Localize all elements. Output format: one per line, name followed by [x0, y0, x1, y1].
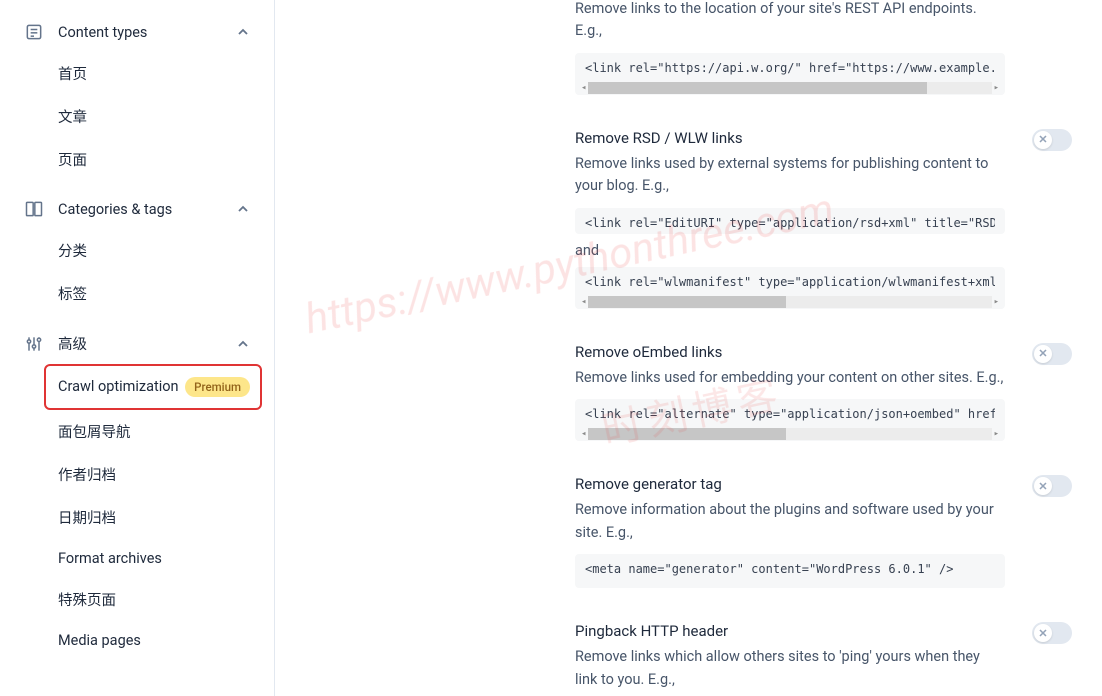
chevron-up-icon — [236, 25, 250, 39]
toggle-pingback[interactable]: ✕ — [1032, 622, 1072, 644]
nav-section-content-types[interactable]: Content types — [12, 12, 262, 52]
nav-item-label: Crawl optimization — [58, 377, 179, 397]
setting-desc: Remove links used for embedding your con… — [575, 367, 1005, 389]
nav-item-posts[interactable]: 文章 — [12, 95, 262, 138]
setting-desc: Remove information about the plugins and… — [575, 499, 1005, 544]
main-content: Remove links to the location of your sit… — [275, 0, 1102, 696]
close-icon: ✕ — [1038, 134, 1047, 145]
setting-desc: Remove links used by external systems fo… — [575, 153, 1005, 198]
nav-item-tag[interactable]: 标签 — [12, 272, 262, 315]
nav-item-label: Media pages — [58, 632, 141, 649]
nav-item-home[interactable]: 首页 — [12, 52, 262, 95]
nav-item-label: 页面 — [58, 149, 87, 170]
nav-item-crawl-optimization[interactable]: Crawl optimization Premium — [44, 364, 262, 410]
nav-section-categories[interactable]: Categories & tags — [12, 189, 262, 229]
close-icon: ✕ — [1038, 628, 1047, 639]
setting-desc: Remove links which allow others sites to… — [575, 646, 1005, 691]
sliders-icon — [24, 334, 44, 354]
setting-desc: Remove links to the location of your sit… — [575, 0, 1005, 43]
nav-item-breadcrumbs[interactable]: 面包屑导航 — [12, 410, 262, 453]
nav-item-format-archives[interactable]: Format archives — [12, 539, 262, 578]
nav-section-label: 高级 — [58, 333, 222, 354]
nav-item-label: 分类 — [58, 240, 87, 261]
sidebar: Content types 首页 文章 页面 Categories & tags… — [0, 0, 275, 696]
setting-rest-api-links: Remove links to the location of your sit… — [575, 0, 1072, 95]
nav-item-label: 文章 — [58, 106, 87, 127]
toggle-oembed[interactable]: ✕ — [1032, 343, 1072, 365]
setting-rsd-wlw: Remove RSD / WLW links ✕ Remove links us… — [575, 129, 1072, 309]
setting-title: Pingback HTTP header — [575, 622, 728, 640]
setting-title: Remove RSD / WLW links — [575, 129, 743, 147]
setting-title: Remove oEmbed links — [575, 343, 722, 361]
nav-item-pages[interactable]: 页面 — [12, 138, 262, 181]
separator-and: and — [575, 242, 1072, 259]
nav-item-label: Format archives — [58, 550, 162, 567]
nav-section-advanced[interactable]: 高级 — [12, 323, 262, 364]
content-type-icon — [24, 22, 44, 42]
nav-item-date-archives[interactable]: 日期归档 — [12, 496, 262, 539]
nav-item-label: 日期归档 — [58, 507, 116, 528]
nav-item-media-pages[interactable]: Media pages — [12, 621, 262, 660]
categories-icon — [24, 199, 44, 219]
nav-item-label: 首页 — [58, 63, 87, 84]
scrollbar[interactable] — [577, 427, 1003, 441]
setting-title: Remove generator tag — [575, 475, 722, 493]
nav-section-label: Categories & tags — [58, 201, 222, 218]
nav-item-label: 特殊页面 — [58, 589, 116, 610]
nav-item-category[interactable]: 分类 — [12, 229, 262, 272]
nav-item-special-pages[interactable]: 特殊页面 — [12, 578, 262, 621]
chevron-up-icon — [236, 202, 250, 216]
code-sample: <link rel="EditURI" type="application/rs… — [575, 208, 1005, 234]
nav-section-label: Content types — [58, 24, 222, 41]
toggle-generator[interactable]: ✕ — [1032, 475, 1072, 497]
close-icon: ✕ — [1038, 348, 1047, 359]
premium-badge: Premium — [185, 377, 250, 397]
code-sample: <link rel="wlwmanifest" type="applicatio… — [575, 267, 1005, 309]
code-sample: <link rel="alternate" type="application/… — [575, 399, 1005, 441]
nav-item-label: 标签 — [58, 283, 87, 304]
setting-pingback: Pingback HTTP header ✕ Remove links whic… — [575, 622, 1072, 691]
code-sample: <meta name="generator" content="WordPres… — [575, 554, 1005, 588]
nav-item-label: 面包屑导航 — [58, 421, 131, 442]
nav-item-label: 作者归档 — [58, 464, 116, 485]
code-sample: <link rel="https://api.w.org/" href="htt… — [575, 53, 1005, 95]
setting-oembed: Remove oEmbed links ✕ Remove links used … — [575, 343, 1072, 441]
chevron-up-icon — [236, 337, 250, 351]
scrollbar[interactable] — [577, 81, 1003, 95]
scrollbar[interactable] — [577, 295, 1003, 309]
setting-generator: Remove generator tag ✕ Remove informatio… — [575, 475, 1072, 588]
nav-item-author-archives[interactable]: 作者归档 — [12, 453, 262, 496]
toggle-rsd-wlw[interactable]: ✕ — [1032, 129, 1072, 151]
close-icon: ✕ — [1038, 481, 1047, 492]
